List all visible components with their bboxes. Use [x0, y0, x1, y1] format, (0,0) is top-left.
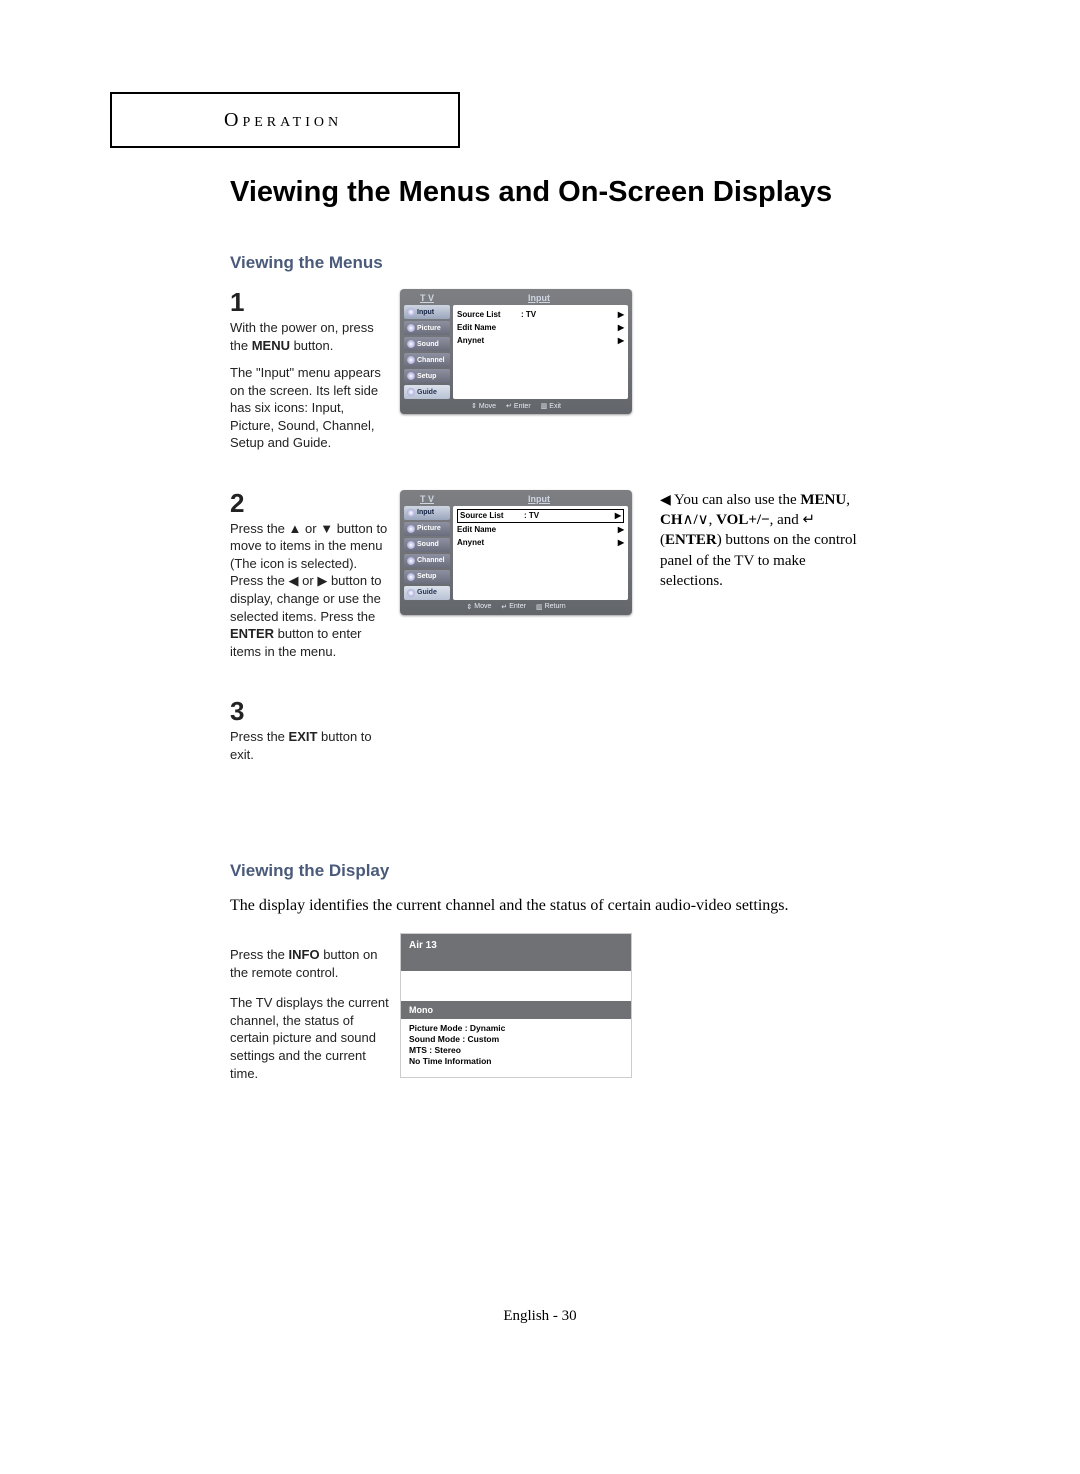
tip-ch: CH [660, 512, 683, 528]
tip-b: , [846, 492, 850, 508]
osd1-row1-label: Source List [457, 310, 521, 319]
step-1-text: 1 With the power on, press the MENU butt… [230, 289, 390, 462]
il-info: INFO [289, 947, 320, 962]
osd2-footer-move: ⇕ Move [466, 603, 491, 611]
osd1-row2-label: Edit Name [457, 323, 521, 332]
tip-menu: MENU [800, 492, 846, 508]
subheading-viewing-menus: Viewing the Menus [230, 253, 970, 273]
osd2-side-picture: Picture [404, 522, 450, 536]
osd1-footer-move: ⇕ Move [471, 402, 496, 410]
osd2-row3-label: Anynet [457, 538, 521, 547]
osd2-side-input: Input [404, 506, 450, 520]
chevron-right-icon: ▶ [618, 525, 624, 534]
il-d: The TV displays the current channel, the… [230, 994, 390, 1082]
osd2-side-setup: Setup [404, 570, 450, 584]
subheading-viewing-display: Viewing the Display [230, 861, 970, 881]
osd1-side-sound: Sound [404, 337, 450, 351]
osd2-side-sound: Sound [404, 538, 450, 552]
osd1-row1-val: : TV [521, 310, 618, 319]
enter-icon: ↵ [803, 511, 816, 528]
right-triangle-icon: ▶ [317, 573, 327, 588]
tip-a: You can also use the [674, 492, 800, 508]
il-a: Press the [230, 947, 289, 962]
section-tab: Operation [110, 92, 460, 148]
step-number-1: 1 [230, 289, 390, 315]
osd1-row3-label: Anynet [457, 336, 521, 345]
osd2-hdr-left: T V [404, 494, 450, 504]
osd1-side-guide: Guide [404, 385, 450, 399]
osd2-footer-enter: ↵ Enter [501, 603, 526, 611]
page-title: Viewing the Menus and On-Screen Displays [230, 176, 970, 209]
display-intro-text: The display identifies the current chann… [230, 897, 970, 915]
osd2-row1-label: Source List [460, 511, 524, 520]
osd1-footer-exit: ▥ Exit [541, 402, 561, 410]
osd2-side-channel: Channel [404, 554, 450, 568]
info-osd-screenshot: Air 13 Mono Picture Mode : Dynamic Sound… [400, 933, 632, 1078]
info-audio: Mono [401, 1001, 631, 1019]
osd2-footer-return: ▥ Return [536, 603, 566, 611]
osd2-hdr-right: Input [450, 494, 628, 504]
osd1-side-picture: Picture [404, 321, 450, 335]
chevron-up-icon: ∧ [683, 511, 694, 528]
page-footer: English - 30 [0, 1308, 1080, 1325]
left-triangle-icon: ◀ [289, 573, 299, 588]
osd2-row1-val: : TV [524, 511, 615, 520]
step-number-2: 2 [230, 490, 390, 516]
s2b: or [301, 521, 320, 536]
info-line-3: MTS : Stereo [409, 1045, 623, 1056]
tip-d: , and [770, 512, 803, 528]
info-line-1: Picture Mode : Dynamic [409, 1023, 623, 1034]
s3-exit: EXIT [289, 729, 318, 744]
chevron-right-icon: ▶ [618, 336, 624, 345]
step1-text-c: button. [290, 338, 333, 353]
s2a: Press the [230, 521, 289, 536]
tip-side-note: ◀ You can also use the MENU, CH∧/∨, VOL+… [660, 490, 870, 591]
s3a: Press the [230, 729, 289, 744]
osd1-side-channel: Channel [404, 353, 450, 367]
s2-enter: ENTER [230, 626, 274, 641]
left-triangle-icon: ◀ [660, 491, 671, 507]
osd1-hdr-left: T V [404, 293, 450, 303]
up-triangle-icon: ▲ [289, 521, 302, 536]
osd2-side-guide: Guide [404, 586, 450, 600]
step-3-text: 3 Press the EXIT button to exit. [230, 698, 390, 773]
info-channel: Air 13 [401, 934, 631, 971]
chevron-right-icon: ▶ [618, 538, 624, 547]
step-2-text: 2 Press the ▲ or ▼ button to move to ite… [230, 490, 390, 670]
chevron-down-icon: ∨ [698, 511, 709, 528]
step-number-3: 3 [230, 698, 390, 724]
osd2-row2-label: Edit Name [457, 525, 521, 534]
info-line-4: No Time Information [409, 1056, 623, 1067]
info-lines: Picture Mode : Dynamic Sound Mode : Cust… [401, 1019, 631, 1077]
step1-menu-word: MENU [252, 338, 290, 353]
osd-screenshot-1: T V Input Input Picture Sound Channel Se… [400, 289, 632, 414]
osd1-side-setup: Setup [404, 369, 450, 383]
chevron-right-icon: ▶ [618, 310, 624, 319]
osd-screenshot-2: T V Input Input Picture Sound Channel Se… [400, 490, 632, 615]
down-triangle-icon: ▼ [320, 521, 333, 536]
osd1-hdr-right: Input [450, 293, 628, 303]
tip-vol: VOL+/− [716, 512, 769, 528]
chevron-right-icon: ▶ [615, 511, 621, 520]
chevron-right-icon: ▶ [618, 323, 624, 332]
osd1-side-input: Input [404, 305, 450, 319]
info-line-2: Sound Mode : Custom [409, 1034, 623, 1045]
s2d: or [299, 573, 318, 588]
tip-enter: ENTER [665, 532, 717, 548]
info-instruction-text: Press the INFO button on the remote cont… [230, 933, 390, 1095]
osd1-footer-enter: ↵ Enter [506, 402, 531, 410]
step1-text-2: The "Input" menu appears on the screen. … [230, 364, 390, 452]
